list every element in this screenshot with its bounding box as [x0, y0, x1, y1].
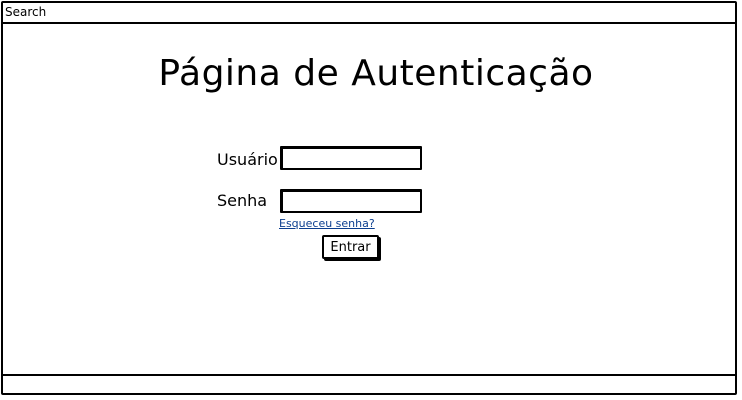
forgot-password-link[interactable]: Esqueceu senha? [279, 217, 375, 231]
search-bar-label: Search [5, 5, 47, 19]
password-input[interactable] [280, 189, 422, 213]
username-label: Usuário [217, 150, 278, 169]
search-bar[interactable]: Search [1, 1, 737, 24]
username-input[interactable] [280, 146, 422, 170]
status-bar-divider [1, 374, 737, 376]
login-button[interactable]: Entrar [322, 235, 379, 259]
password-label: Senha [217, 191, 268, 210]
page-title: Página de Autenticação [158, 53, 594, 94]
